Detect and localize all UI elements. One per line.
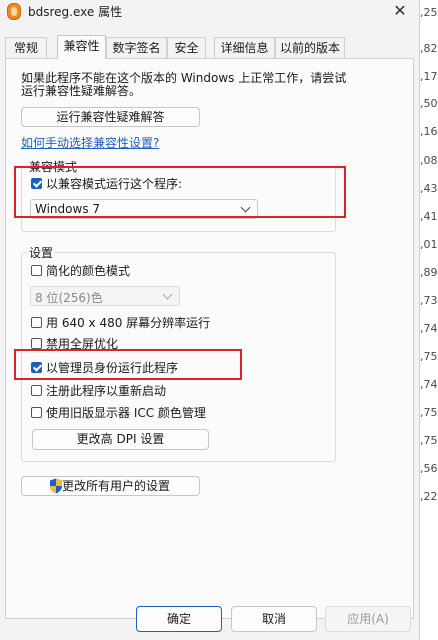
tab-details[interactable]: 详细信息 — [214, 37, 275, 58]
change-dpi-button[interactable]: 更改高 DPI 设置 — [32, 429, 209, 450]
change-all-users-label: 更改所有用户的设置 — [62, 479, 171, 493]
run-640-checkbox[interactable] — [31, 317, 42, 328]
color-depth-select-value: 8 位(256)色 — [35, 291, 103, 305]
run-640-label: 用 640 x 480 屏幕分辨率运行 — [46, 316, 211, 330]
chevron-down-icon — [162, 289, 173, 300]
background-value: ,227 — [420, 490, 438, 503]
background-value: ,756 — [420, 350, 438, 363]
background-value: ,080 — [420, 154, 438, 167]
register-restart-row[interactable]: 注册此程序以重新启动 — [31, 383, 321, 399]
background-value: ,745 — [420, 322, 438, 335]
reduced-color-row[interactable]: 简化的颜色模式 — [31, 263, 321, 279]
legacy-icc-label: 使用旧版显示器 ICC 颜色管理 — [46, 406, 206, 420]
manual-settings-link[interactable]: 如何手动选择兼容性设置? — [21, 134, 159, 151]
intro-line-2: 运行兼容性疑难解答。 — [21, 84, 142, 98]
reduced-color-label: 简化的颜色模式 — [46, 264, 131, 278]
run-troubleshooter-button[interactable]: 运行兼容性疑难解答 — [21, 107, 200, 127]
close-button[interactable]: ✕ — [387, 0, 413, 22]
background-value: ,172 — [420, 70, 438, 83]
cancel-button[interactable]: 取消 — [231, 606, 317, 632]
tab-general[interactable]: 常规 — [5, 37, 47, 58]
background-value: ,166 — [420, 125, 438, 138]
background-value: ,256 — [420, 6, 438, 19]
register-restart-checkbox[interactable] — [31, 385, 42, 396]
intro-text: 如果此程序不能在这个版本的 Windows 上正常工作，请尝试 运行兼容性疑难解… — [21, 72, 381, 98]
background-value: ,500 — [420, 97, 438, 110]
background-value: ,018 — [420, 238, 438, 251]
tab-digital-signatures[interactable]: 数字签名 — [106, 37, 167, 58]
apply-button[interactable]: 应用(A) — [325, 606, 411, 632]
background-value: ,823 — [420, 42, 438, 55]
background-value: ,756 — [420, 434, 438, 447]
legacy-icc-row[interactable]: 使用旧版显示器 ICC 颜色管理 — [31, 405, 321, 421]
tab-strip: 常规 兼容性 数字签名 安全 详细信息 以前的版本 — [5, 35, 414, 59]
app-icon — [7, 3, 21, 20]
background-window-strip: ,256 ,823 ,172 ,500 ,166 ,080 ,432 ,417 … — [420, 0, 438, 640]
background-value: ,432 — [420, 182, 438, 195]
settings-group-label: 设置 — [27, 244, 56, 261]
register-restart-label: 注册此程序以重新启动 — [46, 384, 167, 398]
disable-fullscreen-checkbox[interactable] — [31, 338, 42, 349]
tab-compatibility[interactable]: 兼容性 — [57, 35, 106, 59]
background-value: ,737 — [420, 294, 438, 307]
window-title: bdsreg.exe 属性 — [28, 5, 123, 19]
highlight-compat-mode — [14, 166, 346, 218]
title-bar: bdsreg.exe 属性 ✕ — [0, 0, 419, 24]
run-640-row[interactable]: 用 640 x 480 屏幕分辨率运行 — [31, 315, 321, 331]
legacy-icc-checkbox[interactable] — [31, 407, 42, 418]
ok-button[interactable]: 确定 — [136, 606, 222, 632]
properties-dialog: bdsreg.exe 属性 ✕ 常规 兼容性 数字签名 安全 详细信息 以前的版… — [0, 0, 420, 640]
change-all-users-button[interactable]: 更改所有用户的设置 — [21, 476, 200, 496]
color-depth-select[interactable]: 8 位(256)色 — [30, 286, 180, 306]
background-value: ,417 — [420, 210, 438, 223]
background-value: ,748 — [420, 378, 438, 391]
background-value: ,568 — [420, 462, 438, 475]
background-value: ,896 — [420, 266, 438, 279]
tab-previous-versions[interactable]: 以前的版本 — [275, 37, 345, 58]
background-value: ,752 — [420, 406, 438, 419]
shield-icon — [50, 478, 62, 494]
tab-security[interactable]: 安全 — [167, 37, 206, 58]
reduced-color-checkbox[interactable] — [31, 265, 42, 276]
highlight-run-as-admin — [14, 349, 242, 380]
